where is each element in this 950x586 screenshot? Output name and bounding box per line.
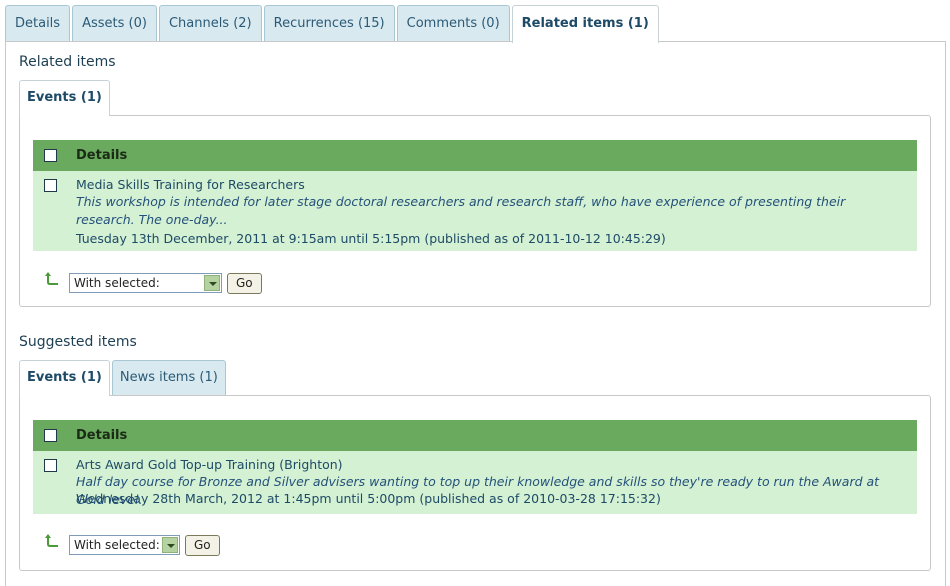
tab-details[interactable]: Details: [5, 5, 71, 42]
event-date: Wednesday 28th March, 2012 at 1:45pm unt…: [76, 491, 661, 506]
table-row: Arts Award Gold Top-up Training (Brighto…: [33, 451, 917, 514]
select-all-checkbox[interactable]: [44, 149, 57, 162]
top-tab-bar: Details Assets (0) Channels (2) Recurren…: [5, 5, 661, 43]
curved-arrow-icon: [45, 534, 58, 547]
tab-recurrences[interactable]: Recurrences (15): [263, 5, 395, 42]
tab-assets[interactable]: Assets (0): [72, 5, 157, 42]
with-selected-dropdown[interactable]: With selected:: [69, 535, 180, 555]
related-events-panel: Details Media Skills Training for Resear…: [19, 115, 931, 307]
tab-related-events[interactable]: Events (1): [19, 80, 110, 116]
bulk-action-bar: With selected: Go: [45, 272, 262, 294]
event-title-link[interactable]: Media Skills Training for Researchers: [76, 177, 305, 192]
tab-suggested-news[interactable]: News items (1): [111, 360, 226, 395]
select-all-checkbox[interactable]: [44, 429, 57, 442]
related-items-heading: Related items: [19, 54, 116, 70]
event-date: Tuesday 13th December, 2011 at 9:15am un…: [76, 231, 666, 246]
chevron-down-icon: [162, 537, 178, 553]
chevron-down-icon: [204, 275, 220, 291]
suggested-subtab-bar: Events (1) News items (1): [19, 360, 228, 396]
tab-channels[interactable]: Channels (2): [158, 5, 262, 42]
tab-related-items[interactable]: Related items (1): [511, 5, 659, 43]
event-title-link[interactable]: Arts Award Gold Top-up Training (Brighto…: [76, 457, 343, 472]
with-selected-dropdown[interactable]: With selected:: [69, 273, 222, 293]
with-selected-value: With selected:: [74, 538, 160, 552]
go-button[interactable]: Go: [227, 272, 262, 294]
tab-suggested-events[interactable]: Events (1): [19, 360, 110, 396]
bulk-action-bar: With selected: Go: [45, 534, 220, 556]
curved-arrow-icon: [45, 272, 58, 285]
tab-comments[interactable]: Comments (0): [396, 5, 510, 42]
suggested-events-panel: Details Arts Award Gold Top-up Training …: [19, 395, 931, 571]
row-checkbox[interactable]: [44, 459, 57, 472]
related-events-table: Details Media Skills Training for Resear…: [33, 140, 917, 251]
details-column-header: Details: [76, 428, 128, 443]
with-selected-value: With selected:: [74, 276, 160, 290]
table-row: Media Skills Training for Researchers Th…: [33, 171, 917, 251]
go-button[interactable]: Go: [185, 534, 220, 556]
details-column-header: Details: [76, 148, 128, 163]
suggested-items-heading: Suggested items: [19, 334, 137, 350]
suggested-events-table: Details Arts Award Gold Top-up Training …: [33, 420, 917, 514]
row-checkbox[interactable]: [44, 179, 57, 192]
table-header: Details: [33, 420, 917, 451]
event-description: This workshop is intended for later stag…: [76, 194, 846, 227]
table-header: Details: [33, 140, 917, 171]
related-subtab-bar: Events (1): [19, 80, 112, 116]
